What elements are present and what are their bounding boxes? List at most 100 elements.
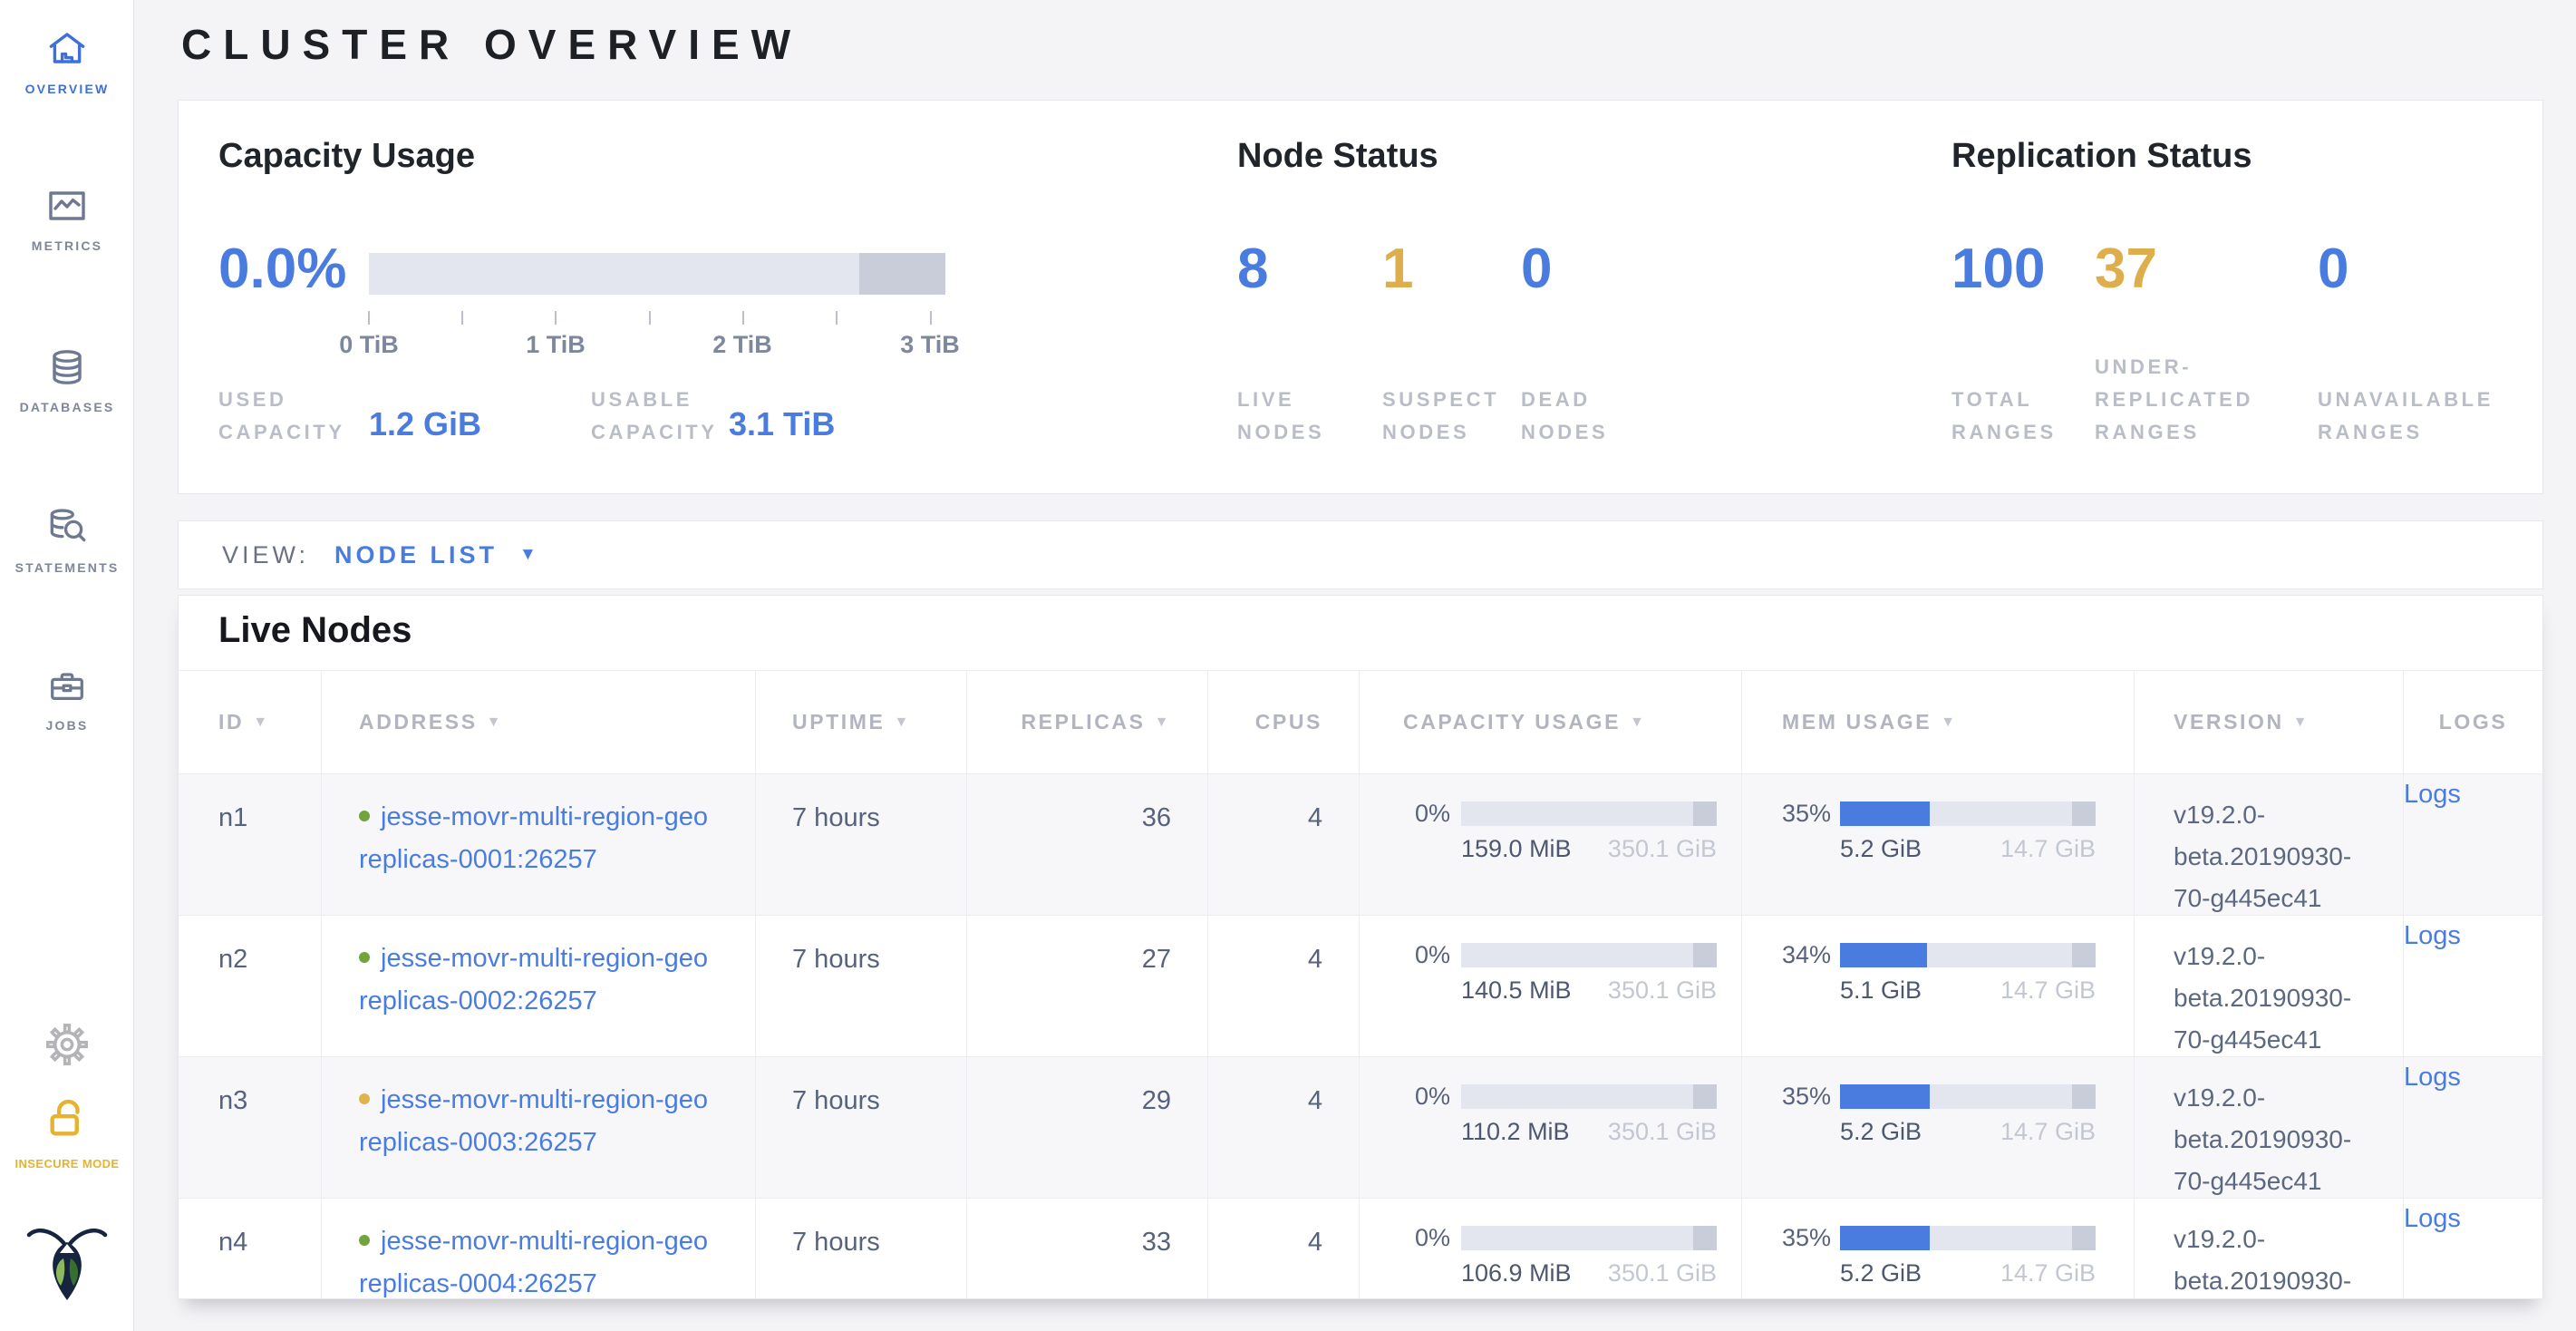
sidebar-item-databases[interactable]: DATABASES [0,345,134,414]
usage-bar [1840,1226,2096,1250]
column-header-capacity-usage[interactable]: CAPACITY USAGE▼ [1360,670,1742,773]
suspect-nodes-label: SUSPECT NODES [1382,384,1499,449]
node-address-link[interactable]: jesse-movr-multi-region-geo [381,944,708,973]
used-capacity-value: 1.2 GiB [369,405,481,443]
table-row: n2 jesse-movr-multi-region-geo replicas-… [179,915,2542,1056]
node-status-dot-green [359,811,370,821]
usage-percent: 0% [1403,1224,1450,1252]
node-cpus: 4 [1308,1222,1322,1262]
column-header-id[interactable]: ID▼ [179,670,322,773]
column-header-version[interactable]: VERSION▼ [2135,670,2404,773]
node-logs-link[interactable]: Logs [2404,756,2461,809]
usage-percent: 35% [1782,800,1829,828]
usage-bar [1840,1084,2096,1109]
node-uptime: 7 hours [792,916,966,979]
sort-caret-icon: ▼ [1941,714,1957,731]
sidebar-item-label: METRICS [0,238,134,253]
usage-used-value: 106.9 MiB [1461,1259,1572,1287]
usage-bar-reserved-segment [2072,1084,2096,1109]
usage-bar [1461,1226,1717,1250]
view-dropdown[interactable]: NODE LIST ▼ [334,541,537,569]
node-id: n4 [218,1199,321,1262]
node-address-link[interactable]: jesse-movr-multi-region-geo [381,802,708,831]
sidebar-item-jobs[interactable]: JOBS [0,666,134,733]
node-logs-link[interactable]: Logs [2404,1180,2461,1233]
column-header-cpus[interactable]: CPUS [1208,670,1360,773]
sidebar-item-label: DATABASES [0,400,134,414]
live-nodes-panel: Live Nodes ID▼ ADDRESS▼ UPTIME▼ REPLICAS… [178,595,2543,1299]
node-id: n2 [218,916,321,979]
node-version: v19.2.0-beta.20190930-70-g445ec41 [2174,916,2403,1061]
usage-used-value: 159.0 MiB [1461,835,1572,863]
sidebar-item-label: STATEMENTS [0,560,134,575]
usable-capacity-label: USABLE CAPACITY [591,384,718,449]
usage-percent: 35% [1782,1083,1829,1111]
table-row: n4 jesse-movr-multi-region-geo replicas-… [179,1198,2542,1299]
usage-total-value: 14.7 GiB [2000,976,2096,1005]
sidebar-item-overview[interactable]: OVERVIEW [0,27,134,96]
usage-bar-reserved-segment [1693,943,1717,967]
usage-total-value: 350.1 GiB [1608,835,1717,863]
node-status-dot-yellow [359,1093,370,1104]
under-replicated-ranges-label: UNDER- REPLICATED RANGES [2095,351,2253,449]
capacity-bar-reserved-segment [859,253,945,295]
node-replicas: 29 [1142,1081,1171,1121]
cockroach-bug-icon [0,1217,134,1304]
jobs-icon [0,666,134,707]
usage-used-value: 5.2 GiB [1840,835,1922,863]
suspect-nodes-count: 1 [1382,237,1413,301]
usage-bar-reserved-segment [2072,1226,2096,1250]
chevron-down-icon: ▼ [519,545,537,565]
sort-caret-icon: ▼ [895,714,911,731]
table-header-row: ID▼ ADDRESS▼ UPTIME▼ REPLICAS▼ CPUS CAPA… [179,670,2542,773]
node-cpus: 4 [1308,1081,1322,1121]
axis-tick-label: 0 TiB [315,331,423,359]
usage-bar-reserved-segment [2072,943,2096,967]
usage-total-value: 350.1 GiB [1608,976,1717,1005]
usage-total-value: 350.1 GiB [1608,1118,1717,1146]
view-selector-bar: VIEW: NODE LIST ▼ [178,520,2543,589]
capacity-usage-bar [369,253,945,295]
node-logs-link[interactable]: Logs [2404,898,2461,950]
settings-gear-button[interactable] [0,1021,134,1068]
sidebar-item-statements[interactable]: STATEMENTS [0,504,134,575]
databases-icon [0,345,134,389]
axis-tick-label: 3 TiB [876,331,984,359]
usage-bar-reserved-segment [1693,1084,1717,1109]
usage-bar [1461,1084,1717,1109]
node-logs-link[interactable]: Logs [2404,1039,2461,1092]
node-address-link[interactable]: replicas-0002:26257 [359,986,597,1015]
sidebar-item-metrics[interactable]: METRICS [0,184,134,253]
usage-bar [1840,943,2096,967]
node-capacity-usage: 0% 159.0 MiB 350.1 GiB [1360,773,1742,919]
column-header-uptime[interactable]: UPTIME▼ [756,670,967,773]
statements-icon [0,504,134,549]
node-replicas: 33 [1142,1222,1171,1262]
capacity-percent: 0.0% [218,237,346,301]
node-cpus: 4 [1308,798,1322,838]
usable-capacity-value: 3.1 TiB [729,405,835,443]
node-address-link[interactable]: jesse-movr-multi-region-geo [381,1085,708,1114]
axis-tick-label: 2 TiB [688,331,797,359]
usage-total-value: 14.7 GiB [2000,1118,2096,1146]
usage-percent: 34% [1782,941,1829,969]
live-nodes-title: Live Nodes [218,610,412,651]
column-header-replicas[interactable]: REPLICAS▼ [967,670,1208,773]
column-header-address[interactable]: ADDRESS▼ [322,670,756,773]
used-capacity-label: USED CAPACITY [218,384,345,449]
usage-bar-reserved-segment [1693,1226,1717,1250]
node-address-link[interactable]: replicas-0001:26257 [359,845,597,874]
node-address-link[interactable]: replicas-0004:26257 [359,1269,597,1298]
usage-total-value: 14.7 GiB [2000,835,2096,863]
total-ranges-count: 100 [1951,237,2045,301]
usage-percent: 35% [1782,1224,1829,1252]
node-address-link[interactable]: replicas-0003:26257 [359,1128,597,1157]
node-capacity-usage: 0% 140.5 MiB 350.1 GiB [1360,915,1742,1061]
sort-caret-icon: ▼ [2293,714,2310,731]
dead-nodes-count: 0 [1521,237,1552,301]
table-row: n3 jesse-movr-multi-region-geo replicas-… [179,1056,2542,1198]
column-header-mem-usage[interactable]: MEM USAGE▼ [1742,670,2135,773]
node-address-link[interactable]: jesse-movr-multi-region-geo [381,1227,708,1256]
usage-bar [1840,802,2096,826]
usage-bar-reserved-segment [2072,802,2096,826]
